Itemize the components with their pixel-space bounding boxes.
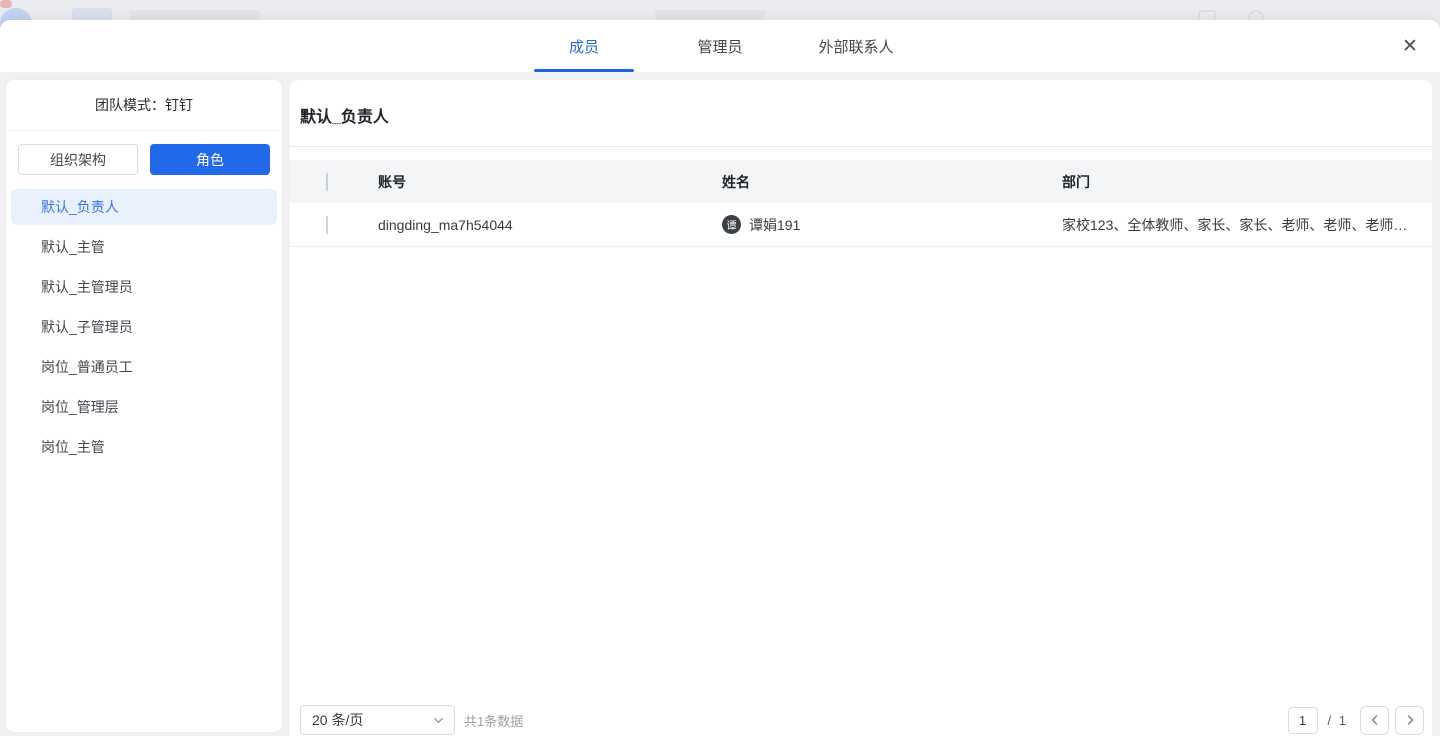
chevron-right-icon: [1404, 714, 1416, 726]
sidebar-item-role-post-management[interactable]: 岗位_管理层: [11, 389, 277, 425]
column-header-name: 姓名: [722, 172, 1062, 192]
department-cell: 家校123、全体教师、家长、家长、老师、老师、老师、...: [1062, 215, 1408, 235]
org-structure-button[interactable]: 组织架构: [18, 144, 138, 175]
sidebar-item-role-default-owner[interactable]: 默认_负责人: [11, 189, 277, 225]
previous-page-button[interactable]: [1360, 706, 1389, 735]
background-page-header: [0, 0, 1440, 22]
role-list: 默认_负责人 默认_主管 默认_主管理员 默认_子管理员 岗位_普通员工 岗位_…: [6, 175, 282, 465]
tab-external-contacts[interactable]: 外部联系人: [788, 20, 924, 72]
row-checkbox[interactable]: [326, 216, 328, 234]
column-header-department: 部门: [1062, 172, 1408, 192]
tab-admins[interactable]: 管理员: [652, 20, 788, 72]
tabs-group: 成员 管理员 外部联系人: [0, 20, 1440, 72]
role-button[interactable]: 角色: [150, 144, 270, 175]
main-content-panel: 默认_负责人 账号 姓名 部门 dingding_ma7h54044 谭 谭娟1…: [290, 80, 1432, 736]
next-page-button[interactable]: [1395, 706, 1424, 735]
sidebar-item-role-post-supervisor[interactable]: 岗位_主管: [11, 429, 277, 465]
content-spacer: [290, 247, 1432, 698]
chevron-left-icon: [1369, 714, 1381, 726]
select-all-checkbox[interactable]: [326, 173, 328, 191]
chevron-down-icon: [433, 715, 444, 726]
title-divider: [290, 146, 1432, 147]
sidebar-item-role-default-supervisor[interactable]: 默认_主管: [11, 229, 277, 265]
sidebar-item-role-post-regular-staff[interactable]: 岗位_普通员工: [11, 349, 277, 385]
total-pages-label: / 1: [1328, 713, 1348, 728]
member-name: 谭娟191: [749, 215, 800, 235]
page-number-input[interactable]: 1: [1288, 707, 1318, 734]
team-mode-label: 团队模式：钉钉: [6, 80, 282, 124]
pager-controls: 1 / 1: [1288, 706, 1424, 735]
avatar: 谭: [722, 215, 741, 234]
member-management-modal: 成员 管理员 外部联系人 ✕ 团队模式：钉钉 组织架构 角色 默认_负责人 默认…: [0, 20, 1440, 736]
sidebar-item-role-default-main-admin[interactable]: 默认_主管理员: [11, 269, 277, 305]
page-size-value: 20 条/页: [312, 710, 363, 730]
total-count-label: 共1条数据: [464, 711, 523, 730]
table-row[interactable]: dingding_ma7h54044 谭 谭娟191 家校123、全体教师、家长…: [290, 203, 1432, 247]
sidebar-panel: 团队模式：钉钉 组织架构 角色 默认_负责人 默认_主管 默认_主管理员 默认_…: [6, 80, 282, 732]
background-nav-text: [130, 10, 260, 20]
members-table: 账号 姓名 部门 dingding_ma7h54044 谭 谭娟191 家校12…: [290, 160, 1432, 247]
mode-switcher: 组织架构 角色: [6, 131, 282, 175]
tab-members[interactable]: 成员: [516, 20, 652, 72]
page-title: 默认_负责人: [300, 103, 1432, 127]
modal-tab-bar: 成员 管理员 外部联系人 ✕: [0, 20, 1440, 72]
sidebar-item-role-default-sub-admin[interactable]: 默认_子管理员: [11, 309, 277, 345]
name-cell: 谭 谭娟191: [722, 215, 1062, 235]
column-header-account: 账号: [378, 172, 722, 192]
close-icon[interactable]: ✕: [1398, 34, 1422, 58]
account-cell: dingding_ma7h54044: [378, 217, 722, 233]
pagination-bar: 20 条/页 共1条数据 1 / 1: [290, 698, 1432, 736]
background-notification-badge: [0, 0, 12, 8]
background-center-text: [655, 10, 765, 20]
page-size-select[interactable]: 20 条/页: [300, 705, 455, 735]
table-header-row: 账号 姓名 部门: [290, 160, 1432, 203]
